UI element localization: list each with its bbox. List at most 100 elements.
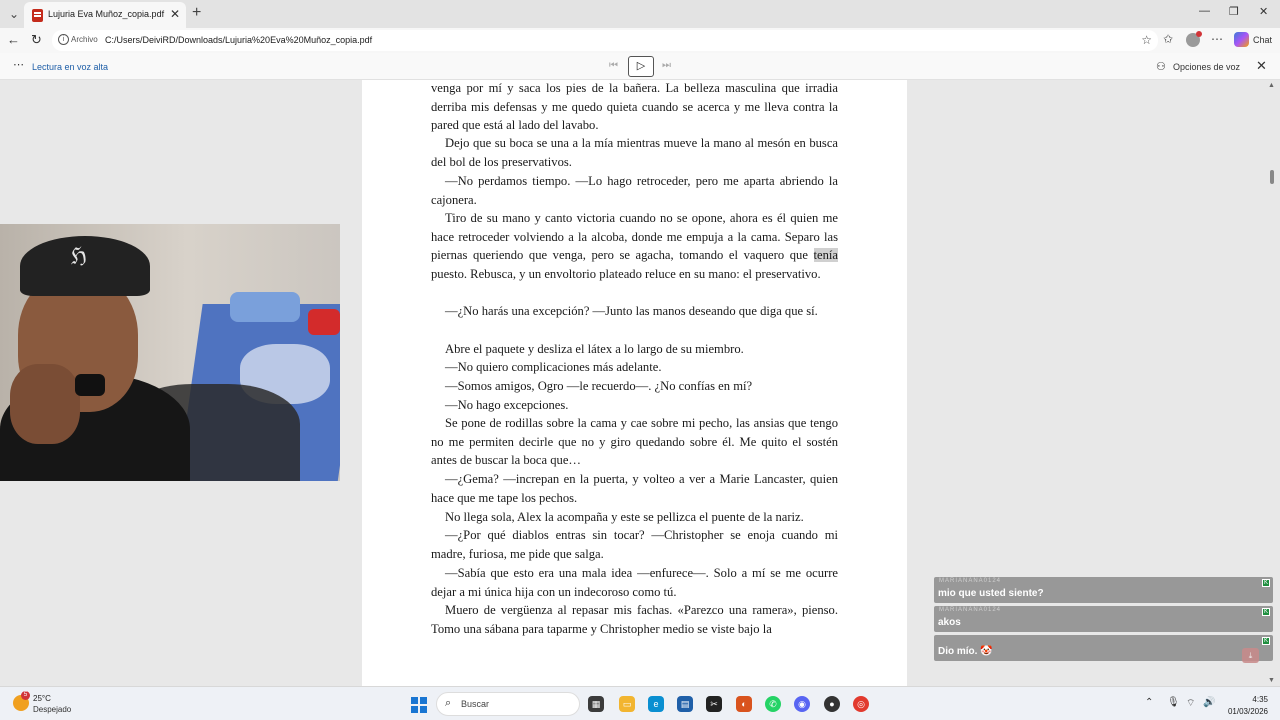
start-tile	[411, 697, 418, 704]
paragraph-text: puesto. Rebusca, y un envoltorio platead…	[431, 267, 821, 282]
tab-strip: ⌄ Lujuria Eva Muñoz_copia.pdf ✕ + — ❐ ✕	[0, 0, 1280, 28]
voice-options-button[interactable]: Opciones de voz	[1173, 62, 1240, 72]
microphone-icon[interactable]: 🎙	[1167, 697, 1180, 708]
read-aloud-highlighted-word: tenía	[813, 248, 838, 263]
chrome-icon[interactable]: ◎	[853, 696, 869, 712]
pdf-icon	[32, 9, 43, 22]
chat-text: Dio mío. 🤡	[938, 646, 993, 657]
tab-close-icon[interactable]: ✕	[170, 7, 180, 21]
paragraph: —¿Gema? —increpan en la puerta, y volteo…	[431, 472, 838, 505]
navigation-bar: ← ↻ i Archivo C:/Users/DeiviRD/Downloads…	[0, 28, 1280, 53]
webcam-overlay: ℌ	[0, 224, 340, 481]
search-placeholder: Buscar	[461, 699, 490, 709]
next-paragraph-icon[interactable]: ⏭	[662, 60, 671, 71]
tab-title: Lujuria Eva Muñoz_copia.pdf	[48, 9, 165, 19]
address-url[interactable]: C:/Users/DeiviRD/Downloads/Lujuria%20Eva…	[105, 35, 372, 45]
browser-tab[interactable]: Lujuria Eva Muñoz_copia.pdf ✕	[24, 2, 186, 28]
edge-icon[interactable]: e	[648, 696, 664, 712]
previous-paragraph-icon[interactable]: ⏮	[609, 60, 618, 71]
paragraph: Dejo que su boca se una a la mía mientra…	[431, 136, 838, 169]
chat-username: MARIANANA0124	[939, 578, 1002, 584]
restore-icon[interactable]: ❐	[1229, 5, 1239, 18]
store-icon[interactable]: ▤	[677, 696, 693, 712]
show-hidden-icons-icon[interactable]: ⌃	[1145, 697, 1153, 708]
paragraph: Abre el paquete y desliza el látex a lo …	[445, 342, 744, 356]
tab-actions-menu-icon[interactable]: ⌄	[4, 4, 24, 24]
start-tile	[420, 697, 427, 704]
paragraph: —Somos amigos, Ogro —le recuerdo—. ¿No c…	[445, 379, 753, 393]
scroll-up-icon[interactable]: ▲	[1268, 82, 1275, 89]
taskbar-search[interactable]: ⌕ Buscar	[436, 692, 580, 716]
paragraph-text: Tiro de su mano y canto victoria cuando …	[431, 211, 838, 263]
chat-username: MARIANANA0124	[939, 607, 1002, 613]
windows-start-icon[interactable]	[411, 697, 427, 713]
webcam-red-object	[308, 309, 340, 335]
volume-icon[interactable]: 🔊	[1203, 697, 1215, 708]
back-icon[interactable]: ←	[7, 32, 20, 48]
chat-text: mio que usted siente?	[938, 588, 1044, 599]
chat-button[interactable]: Chat	[1253, 35, 1272, 45]
overlay-corner-icon: ⤓	[1242, 648, 1259, 663]
obs-icon[interactable]: ●	[824, 696, 840, 712]
paragraph: No llega sola, Alex la acompaña y este s…	[445, 510, 804, 524]
address-scheme-label: Archivo	[71, 35, 98, 44]
webcam-microphone	[75, 374, 105, 396]
window-close-icon[interactable]: ✕	[1259, 5, 1268, 18]
read-aloud-menu-icon[interactable]: ⋯	[13, 58, 25, 71]
chat-text: akos	[938, 617, 961, 628]
chat-badge-icon: K	[1262, 579, 1270, 587]
read-aloud-bar: ⋯ Lectura en voz alta ⏮ ▷ ⏭ ⚇ Opciones d…	[0, 53, 1280, 80]
task-view-icon[interactable]: ▦	[588, 696, 604, 712]
copilot-icon[interactable]	[1234, 32, 1249, 47]
weather-condition[interactable]: Despejado	[33, 705, 71, 714]
scrollbar-thumb[interactable]	[1270, 170, 1274, 184]
paragraph: Muero de vergüenza al repasar mis fachas…	[431, 603, 838, 636]
start-tile	[411, 706, 418, 713]
discord-icon[interactable]: ◉	[794, 696, 810, 712]
address-bar[interactable]: i Archivo C:/Users/DeiviRD/Downloads/Luj…	[52, 30, 1158, 51]
paragraph: —Sabía que esto era una mala idea —enfur…	[431, 566, 838, 599]
paragraph: Se pone de rodillas sobre la cama y cae …	[431, 416, 838, 468]
read-aloud-label: Lectura en voz alta	[32, 62, 109, 72]
more-options-icon[interactable]: ⋯	[1211, 32, 1223, 46]
paragraph: —¿Por qué diablos entras sin tocar? —Chr…	[431, 528, 838, 561]
chat-message: MARIANANA0124 akos K	[934, 606, 1273, 632]
clock-date: 01/03/2026	[1227, 707, 1268, 716]
app-icon[interactable]: ◐	[736, 696, 752, 712]
chat-message: MARIANANA0124 mio que usted siente? K	[934, 577, 1273, 603]
close-read-aloud-icon[interactable]: ✕	[1256, 58, 1267, 74]
profile-avatar[interactable]	[1186, 31, 1202, 47]
file-explorer-icon[interactable]: ▭	[619, 696, 635, 712]
paragraph: Tiro de su mano y canto victoria cuando …	[431, 209, 838, 284]
chat-message: Dio mío. 🤡 K	[934, 635, 1273, 661]
scroll-down-icon[interactable]: ▼	[1268, 677, 1275, 684]
search-icon: ⌕	[445, 697, 452, 709]
paragraph: —No perdamos tiempo. —Lo hago retroceder…	[431, 174, 838, 207]
paragraph: —No hago excepciones.	[445, 398, 569, 412]
start-tile	[420, 706, 427, 713]
refresh-icon[interactable]: ↻	[31, 32, 42, 48]
capcut-icon[interactable]: ✂	[706, 696, 722, 712]
chat-badge-icon: K	[1262, 608, 1270, 616]
weather-badge: 5	[21, 691, 30, 700]
paragraph: —¿No harás una excepción? —Junto las man…	[445, 304, 818, 318]
weather-temperature[interactable]: 25°C	[33, 694, 51, 703]
webcam-pillow	[230, 292, 300, 322]
minimize-icon[interactable]: —	[1199, 5, 1210, 17]
chat-badge-icon: K	[1262, 637, 1270, 645]
network-icon[interactable]: ⌔	[1186, 697, 1195, 710]
system-clock[interactable]: 4:35 01/03/2026	[1222, 694, 1268, 718]
taskbar: 5 25°C Despejado ⌕ Buscar ▦ ▭ e ▤ ✂ ◐ ✆ …	[0, 686, 1280, 720]
play-button[interactable]: ▷	[628, 56, 654, 77]
webcam-hand	[10, 364, 80, 444]
clock-time: 4:35	[1252, 695, 1268, 704]
favorites-icon[interactable]: ✩	[1163, 32, 1173, 46]
new-tab-button[interactable]: +	[192, 4, 201, 22]
whatsapp-icon[interactable]: ✆	[765, 696, 781, 712]
paragraph: —No quiero complicaciones más adelante.	[445, 360, 662, 374]
favorite-star-icon[interactable]: ☆	[1141, 33, 1152, 47]
pdf-page: venga por mí y saca los pies de la bañer…	[362, 80, 907, 686]
info-icon[interactable]: i	[58, 34, 69, 45]
voice-options-icon[interactable]: ⚇	[1156, 60, 1166, 73]
paragraph: venga por mí y saca los pies de la bañer…	[431, 81, 838, 133]
